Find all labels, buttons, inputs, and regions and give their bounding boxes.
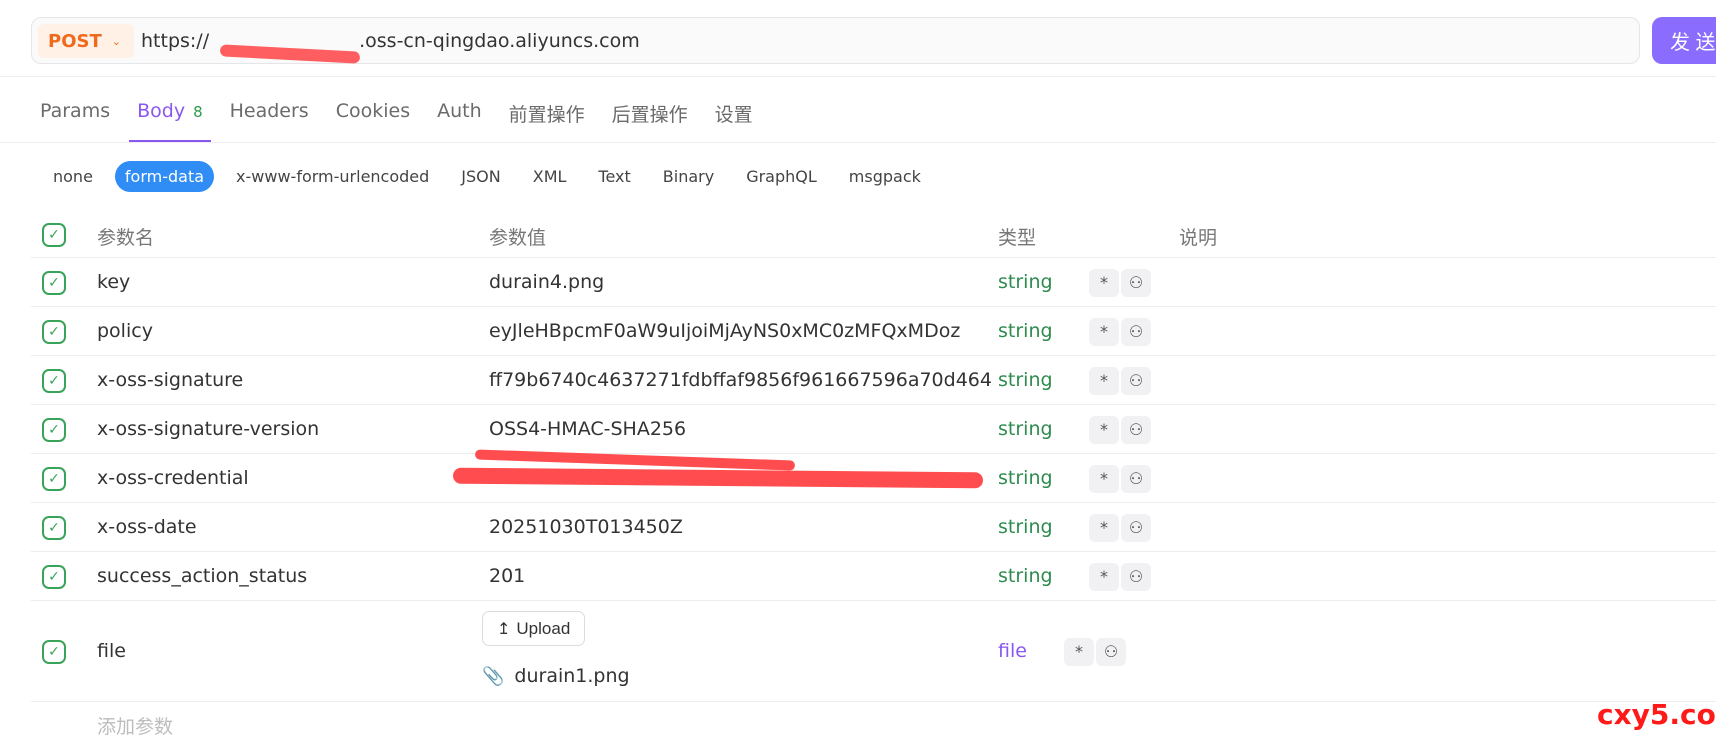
row-checkbox[interactable]: ✓ — [42, 369, 66, 393]
required-toggle[interactable]: * — [1089, 465, 1119, 493]
tab-params[interactable]: Params — [40, 100, 110, 142]
param-name[interactable]: x-oss-signature-version — [97, 418, 457, 440]
tab-cookies[interactable]: Cookies — [336, 100, 410, 142]
table-row: ✓ key durain4.png string * ⚇ — [31, 258, 1716, 307]
param-value[interactable]: 20251030T013450Z — [489, 516, 991, 538]
header-type: 类型 — [998, 227, 1037, 249]
select-all-checkbox[interactable]: ✓ — [42, 223, 66, 247]
param-type[interactable]: string — [998, 516, 1078, 538]
row-checkbox[interactable]: ✓ — [42, 418, 66, 442]
settings-toggle-icon[interactable]: ⚇ — [1121, 416, 1151, 444]
row-checkbox[interactable]: ✓ — [42, 565, 66, 589]
param-type[interactable]: string — [998, 565, 1078, 587]
body-type-selector: none form-data x-www-form-urlencoded JSO… — [43, 161, 943, 192]
divider — [0, 76, 1716, 77]
table-row: ✓ x-oss-date 20251030T013450Z string * ⚇ — [31, 503, 1716, 552]
file-name: durain1.png — [514, 665, 630, 687]
settings-toggle-icon[interactable]: ⚇ — [1121, 465, 1151, 493]
watermark: cxy5.com — [1597, 698, 1716, 731]
required-toggle[interactable]: * — [1089, 318, 1119, 346]
tab-body[interactable]: Body 8 — [129, 100, 211, 142]
table-row-file: ✓ file ↥ Upload 📎 durain1.png file * ⚇ — [31, 601, 1716, 702]
chevron-down-icon: ⌄ — [111, 34, 121, 48]
param-name[interactable]: policy — [97, 320, 457, 342]
header-name: 参数名 — [97, 227, 155, 249]
request-url-bar: POST ⌄ https:// .oss-cn-qingdao.aliyuncs.… — [31, 17, 1640, 64]
request-tabs: Params Body 8 Headers Cookies Auth 前置操作 后… — [40, 100, 780, 142]
row-checkbox[interactable]: ✓ — [42, 271, 66, 295]
settings-toggle-icon[interactable]: ⚇ — [1096, 638, 1126, 666]
paperclip-icon: 📎 — [482, 665, 505, 687]
table-row: ✓ policy eyJleHBpcmF0aW9uIjoiMjAyNS0xMC0… — [31, 307, 1716, 356]
param-type[interactable]: string — [998, 467, 1078, 489]
tab-pre-operations[interactable]: 前置操作 — [509, 100, 585, 142]
attached-file[interactable]: 📎 durain1.png — [482, 665, 630, 687]
settings-toggle-icon[interactable]: ⚇ — [1121, 367, 1151, 395]
param-value[interactable]: durain4.png — [489, 271, 991, 293]
add-param-input[interactable]: 添加参数 — [97, 712, 173, 735]
param-type[interactable]: string — [998, 418, 1078, 440]
settings-toggle-icon[interactable]: ⚇ — [1121, 563, 1151, 591]
divider — [0, 142, 1716, 143]
param-value[interactable]: ff79b6740c4637271fdbffaf9856f961667596a7… — [489, 369, 991, 391]
required-toggle[interactable]: * — [1089, 563, 1119, 591]
url-input[interactable]: https:// .oss-cn-qingdao.aliyuncs.com — [141, 30, 640, 52]
header-value: 参数值 — [489, 227, 547, 249]
param-name[interactable]: x-oss-signature — [97, 369, 457, 391]
body-type-xml[interactable]: XML — [523, 161, 577, 192]
row-checkbox[interactable]: ✓ — [42, 640, 66, 664]
table-row: ✓ x-oss-signature ff79b6740c4637271fdbff… — [31, 356, 1716, 405]
settings-toggle-icon[interactable]: ⚇ — [1121, 318, 1151, 346]
row-checkbox[interactable]: ✓ — [42, 467, 66, 491]
required-toggle[interactable]: * — [1064, 638, 1094, 666]
param-type[interactable]: string — [998, 271, 1078, 293]
param-name[interactable]: x-oss-date — [97, 516, 457, 538]
body-type-json[interactable]: JSON — [451, 161, 510, 192]
method-selector[interactable]: POST ⌄ — [38, 24, 134, 58]
tab-auth[interactable]: Auth — [437, 100, 482, 142]
upload-label: Upload — [516, 618, 571, 638]
param-value[interactable]: OSS4-HMAC-SHA256 — [489, 418, 991, 440]
body-type-graphql[interactable]: GraphQL — [736, 161, 827, 192]
tab-headers[interactable]: Headers — [230, 100, 309, 142]
body-type-none[interactable]: none — [43, 161, 103, 192]
url-prefix: https:// — [141, 30, 210, 52]
params-table: ✓ 参数名 参数值 类型 说明 ✓ key durain4.png string… — [31, 213, 1716, 702]
row-checkbox[interactable]: ✓ — [42, 516, 66, 540]
method-label: POST — [48, 30, 102, 52]
table-header-row: ✓ 参数名 参数值 类型 说明 — [31, 213, 1716, 258]
tab-body-label: Body — [137, 100, 186, 122]
body-type-form-data[interactable]: form-data — [114, 161, 215, 192]
param-name[interactable]: key — [97, 271, 457, 293]
upload-button[interactable]: ↥ Upload — [482, 611, 586, 646]
tab-body-count-badge: 8 — [193, 103, 203, 121]
param-type[interactable]: string — [998, 369, 1078, 391]
param-name[interactable]: success_action_status — [97, 565, 457, 587]
row-checkbox[interactable]: ✓ — [42, 320, 66, 344]
param-name[interactable]: file — [97, 640, 457, 662]
settings-toggle-icon[interactable]: ⚇ — [1121, 269, 1151, 297]
body-type-binary[interactable]: Binary — [653, 161, 724, 192]
body-type-msgpack[interactable]: msgpack — [839, 161, 931, 192]
required-toggle[interactable]: * — [1089, 416, 1119, 444]
required-toggle[interactable]: * — [1089, 514, 1119, 542]
tab-settings[interactable]: 设置 — [715, 100, 753, 142]
param-type[interactable]: string — [998, 320, 1078, 342]
param-value[interactable]: eyJleHBpcmF0aW9uIjoiMjAyNS0xMC0zMFQxMDoz — [489, 320, 991, 342]
table-row: ✓ x-oss-signature-version OSS4-HMAC-SHA2… — [31, 405, 1716, 454]
header-desc: 说明 — [1179, 227, 1218, 249]
required-toggle[interactable]: * — [1089, 269, 1119, 297]
param-name[interactable]: x-oss-credential — [97, 467, 457, 489]
required-toggle[interactable]: * — [1089, 367, 1119, 395]
settings-toggle-icon[interactable]: ⚇ — [1121, 514, 1151, 542]
url-suffix: .oss-cn-qingdao.aliyuncs.com — [359, 30, 640, 52]
param-value[interactable]: 201 — [489, 565, 991, 587]
send-button[interactable]: 发 送 — [1652, 17, 1716, 64]
body-type-text[interactable]: Text — [588, 161, 640, 192]
table-row: ✓ success_action_status 201 string * ⚇ — [31, 552, 1716, 601]
upload-icon: ↥ — [497, 620, 511, 638]
tab-post-operations[interactable]: 后置操作 — [612, 100, 688, 142]
body-type-urlencoded[interactable]: x-www-form-urlencoded — [226, 161, 439, 192]
